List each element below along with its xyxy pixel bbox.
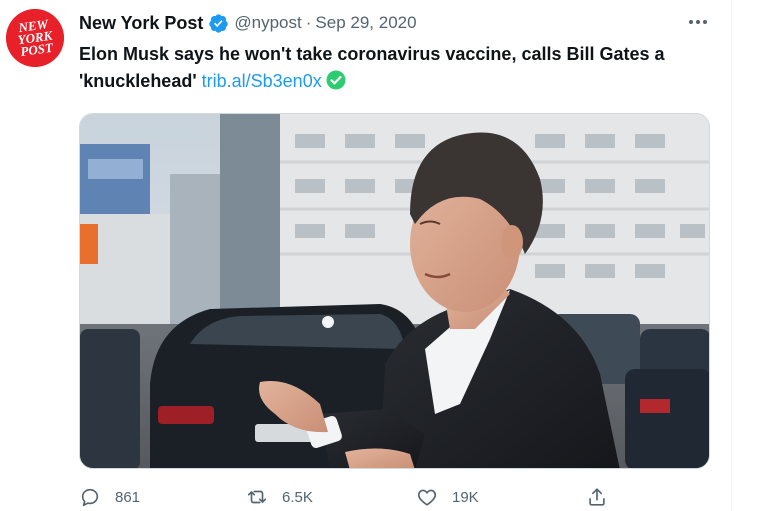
share-icon [589,488,605,506]
tweet-text-emphasis: knucklehead [83,71,193,91]
retweet-icon [247,490,267,504]
photo-scene [80,114,709,468]
verified-badge-icon [209,13,229,33]
like-button[interactable]: 19K [416,484,479,510]
nypost-logo: NEW YORK POST [6,9,64,67]
like-count: 19K [452,488,479,506]
tweet-actions: 861 6.5K 19K [79,484,619,510]
reply-button[interactable]: 861 [79,484,140,510]
header-separator: · [305,13,312,32]
tweet-text-main: Elon Musk says he won't take coronavirus… [79,44,665,64]
reply-count: 861 [115,488,141,506]
tweet-timestamp[interactable]: Sep 29, 2020 [315,13,416,33]
avatar[interactable]: NEW YORK POST [6,9,64,67]
tweet-text: Elon Musk says he won't take coronavirus… [79,41,709,95]
retweet-count: 6.5K [282,488,313,506]
heart-icon [417,489,437,506]
quote-close: ' [192,71,197,91]
check-mark-emoji-icon [326,70,346,90]
author-handle[interactable]: @nypost [234,13,301,33]
share-button[interactable] [586,484,622,510]
more-options-button[interactable] [686,10,710,34]
tweet-header: New York Post @nypost · Sep 29, 2020 [79,12,417,34]
more-dots-icon [689,20,707,24]
column-divider [731,0,732,511]
tweet-photo[interactable] [79,113,710,469]
author-name[interactable]: New York Post [79,13,203,34]
tweet-view: NEW YORK POST New York Post @nypost · Se… [0,0,768,511]
tweet-link[interactable]: trib.al/Sb3en0x [202,71,322,91]
reply-icon [81,488,99,507]
retweet-button[interactable]: 6.5K [246,484,313,510]
